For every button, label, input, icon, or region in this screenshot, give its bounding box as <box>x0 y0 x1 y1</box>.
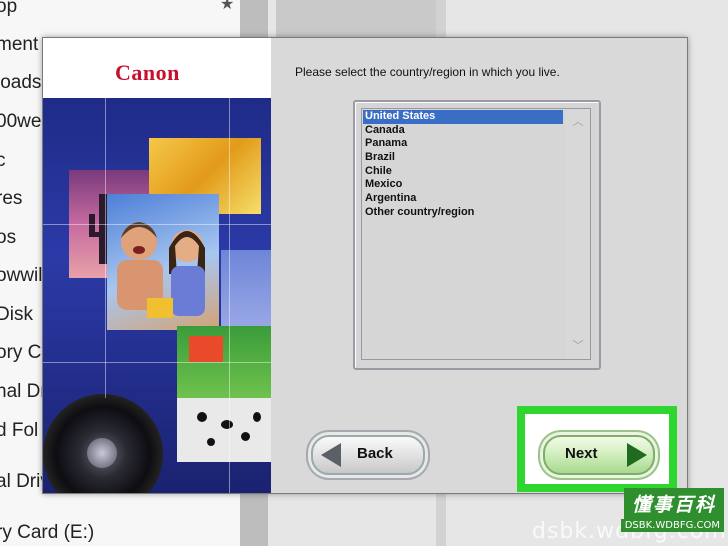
list-item-united-states[interactable]: United States <box>363 110 563 124</box>
star-icon[interactable]: ★ <box>220 0 234 14</box>
sidebar-item[interactable]: loads <box>0 72 41 94</box>
canon-setup-dialog: Canon Please select the country/region i… <box>42 37 688 494</box>
watermark: 懂事百科 DSBK.WDBFG.COM <box>620 488 724 532</box>
list-item-canada[interactable]: Canada <box>363 124 563 138</box>
red-block <box>189 336 223 362</box>
list-item-mexico[interactable]: Mexico <box>363 178 563 192</box>
list-item-panama[interactable]: Panama <box>363 137 563 151</box>
next-button-label: Next <box>565 445 598 462</box>
dog-spot <box>241 432 250 441</box>
watermark-url-small: DSBK.WDBFG.COM <box>620 519 724 532</box>
sidebar-item[interactable]: 00we <box>0 111 41 133</box>
sidebar-item[interactable]: ory C <box>0 342 41 364</box>
collage-gridline <box>43 362 271 363</box>
back-button[interactable]: Back <box>311 435 425 475</box>
list-item-brazil[interactable]: Brazil <box>363 151 563 165</box>
explorer-header-block <box>276 0 436 40</box>
sidebar-item[interactable]: ry Card (E:) <box>0 522 94 544</box>
list-item-argentina[interactable]: Argentina <box>363 192 563 206</box>
photo-collage <box>43 98 271 493</box>
collage-gridline <box>105 98 106 398</box>
children-figures <box>117 222 205 318</box>
scroll-up-icon[interactable]: ︿ <box>572 117 584 128</box>
dialog-banner-panel: Canon <box>43 38 271 493</box>
list-scrollbar[interactable]: ︿ ﹀ <box>566 109 590 359</box>
country-prompt: Please select the country/region in whic… <box>295 65 560 79</box>
sidebar-item[interactable]: Disk <box>0 304 33 326</box>
country-listbox[interactable]: United States Canada Panama Brazil Chile… <box>353 100 601 370</box>
back-button-label: Back <box>357 445 393 462</box>
list-item-other-country-region[interactable]: Other country/region <box>363 206 563 220</box>
sidebar-item[interactable]: nal Dr <box>0 381 47 403</box>
next-button[interactable]: Next <box>543 435 655 475</box>
sidebar-item[interactable]: owwil <box>0 265 42 287</box>
country-list-items: United States Canada Panama Brazil Chile… <box>363 110 563 220</box>
camera-lens-graphic <box>43 394 163 493</box>
collage-gridline <box>43 224 271 225</box>
sidebar-item[interactable]: op <box>0 0 17 18</box>
canon-logo: Canon <box>115 60 180 85</box>
sidebar-item[interactable]: os <box>0 227 16 249</box>
right-arrow-icon <box>627 443 647 467</box>
dog-spot <box>197 412 207 422</box>
list-item-chile[interactable]: Chile <box>363 165 563 179</box>
lens-center <box>87 438 117 468</box>
watermark-logo-text: 懂事百科 <box>623 488 724 519</box>
sidebar-item[interactable]: ment <box>0 34 38 56</box>
scroll-down-icon[interactable]: ﹀ <box>572 341 584 352</box>
dog-spot <box>253 412 261 422</box>
sidebar-item[interactable]: res <box>0 188 22 210</box>
sidebar-item[interactable]: c <box>0 150 6 172</box>
collage-gridline <box>229 98 230 493</box>
sidebar-item[interactable]: d Fol <box>0 420 38 442</box>
dog-spot <box>221 420 233 429</box>
left-arrow-icon <box>321 443 341 467</box>
children-photo <box>107 194 219 330</box>
dalmatian-photo <box>177 398 271 462</box>
country-list[interactable]: United States Canada Panama Brazil Chile… <box>361 108 591 360</box>
dog-spot <box>207 438 215 446</box>
